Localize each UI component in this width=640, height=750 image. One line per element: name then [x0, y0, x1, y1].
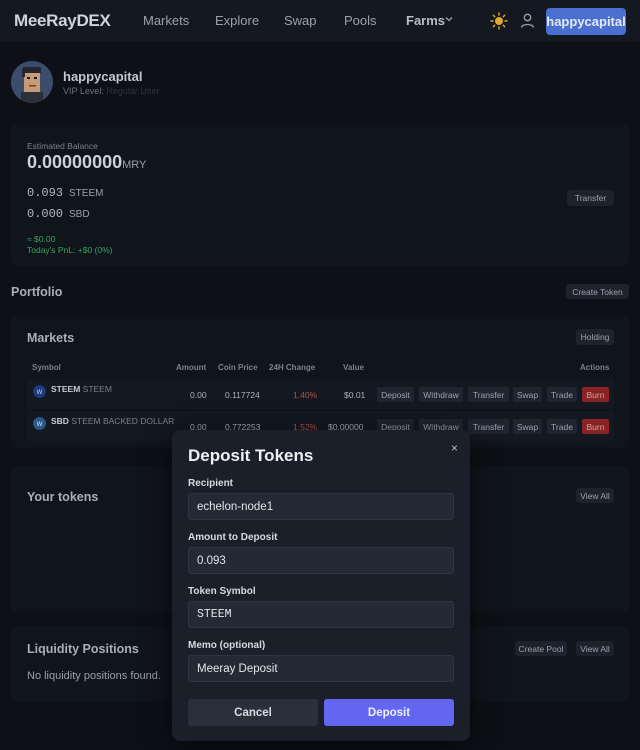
estimated-balance-label: Estimated Balance [27, 141, 98, 151]
estimated-balance: 0.00000000MRY [27, 152, 146, 173]
vip-value: Regular User [106, 86, 160, 96]
transfer-button[interactable]: Transfer [567, 190, 614, 206]
steem-token-icon: W [33, 385, 46, 398]
row-symbol: STEEM STEEM [51, 384, 112, 394]
svg-text:W: W [37, 390, 43, 396]
holding-toggle[interactable]: Holding [576, 329, 614, 345]
sbd-token-icon: W [33, 417, 46, 430]
avatar [11, 61, 53, 103]
recipient-label: Recipient [188, 478, 234, 489]
nav-link-farms[interactable]: Farms [406, 13, 445, 28]
row-value: $0.01 [344, 390, 366, 400]
user-icon[interactable] [519, 12, 536, 29]
cancel-button[interactable]: Cancel [188, 699, 318, 726]
sbd-balance: 0.000 SBD [27, 207, 90, 221]
nav-link-markets[interactable]: Markets [143, 13, 189, 28]
create-token-button[interactable]: Create Token [566, 284, 629, 299]
profile-username: happycapital [63, 69, 143, 84]
deposit-submit-button[interactable]: Deposit [324, 699, 454, 726]
nav-link-pools[interactable]: Pools [344, 13, 377, 28]
deposit-modal: Deposit Tokens × Recipient echelon-node1… [172, 430, 470, 741]
amount-input[interactable]: 0.093 [188, 547, 454, 574]
usd-value: ≈ $0.00 [27, 234, 56, 244]
trade-button[interactable]: Trade [547, 387, 577, 402]
create-pool-button[interactable]: Create Pool [515, 641, 567, 656]
token-symbol-label: Token Symbol [188, 586, 256, 597]
trade-button[interactable]: Trade [547, 419, 577, 434]
logo[interactable]: MeeRayDEX [14, 11, 111, 31]
sbd-amount: 0.000 [27, 207, 64, 221]
amount-label: Amount to Deposit [188, 532, 278, 543]
swap-button[interactable]: Swap [513, 419, 542, 434]
deposit-button[interactable]: Deposit [377, 387, 414, 402]
steem-amount: 0.093 [27, 186, 64, 200]
memo-input[interactable]: Meeray Deposit [188, 655, 454, 682]
liquidity-view-all-button[interactable]: View All [576, 641, 614, 656]
modal-title: Deposit Tokens [188, 446, 314, 465]
transfer-button[interactable]: Transfer [468, 419, 509, 434]
col-coin-price: Coin Price [218, 363, 258, 372]
col-actions: Actions [580, 363, 610, 372]
vip-label: VIP Level: [63, 86, 104, 96]
row-amount: 0.00 [190, 390, 207, 400]
nav-link-swap[interactable]: Swap [284, 13, 317, 28]
balance-unit: MRY [122, 159, 147, 171]
swap-button[interactable]: Swap [513, 387, 542, 402]
chevron-down-icon[interactable] [444, 14, 454, 24]
recipient-input[interactable]: echelon-node1 [188, 493, 454, 520]
memo-label: Memo (optional) [188, 640, 266, 651]
balance-amount: 0.00000000 [27, 152, 123, 172]
burn-button[interactable]: Burn [582, 387, 609, 402]
your-tokens-title: Your tokens [27, 490, 99, 504]
steem-symbol: STEEM [69, 188, 104, 199]
token-symbol-input[interactable]: STEEM [188, 601, 454, 628]
vip-level: VIP Level: Regular User [63, 86, 159, 96]
row-symbol: SBD STEEM BACKED DOLLAR [51, 416, 175, 426]
sbd-symbol: SBD [69, 209, 90, 220]
no-liquidity-message: No liquidity positions found. [27, 670, 161, 682]
col-amount: Amount [176, 363, 207, 372]
portfolio-title: Portfolio [11, 285, 63, 299]
transfer-button[interactable]: Transfer [468, 387, 509, 402]
tokens-view-all-button[interactable]: View All [576, 488, 614, 503]
burn-button[interactable]: Burn [582, 419, 609, 434]
col-symbol: Symbol [32, 363, 61, 372]
todays-pnl: Today's PnL: +$0 (0%) [27, 245, 113, 255]
nav-link-explore[interactable]: Explore [215, 13, 259, 28]
liquidity-title: Liquidity Positions [27, 642, 139, 656]
top-navbar: MeeRayDEX Markets Explore Swap Pools Far… [0, 0, 640, 42]
row-change: 1.40% [293, 390, 318, 400]
col-value: Value [343, 363, 364, 372]
withdraw-button[interactable]: Withdraw [419, 387, 463, 402]
row-price: 0.117724 [225, 390, 260, 400]
svg-text:W: W [37, 422, 43, 428]
sun-icon[interactable] [490, 12, 508, 30]
steem-balance: 0.093 STEEM [27, 186, 103, 200]
col-24h-change: 24H Change [269, 363, 316, 372]
close-icon[interactable]: × [451, 441, 458, 455]
account-button[interactable]: happycapital [546, 8, 626, 35]
markets-title: Markets [27, 331, 75, 345]
